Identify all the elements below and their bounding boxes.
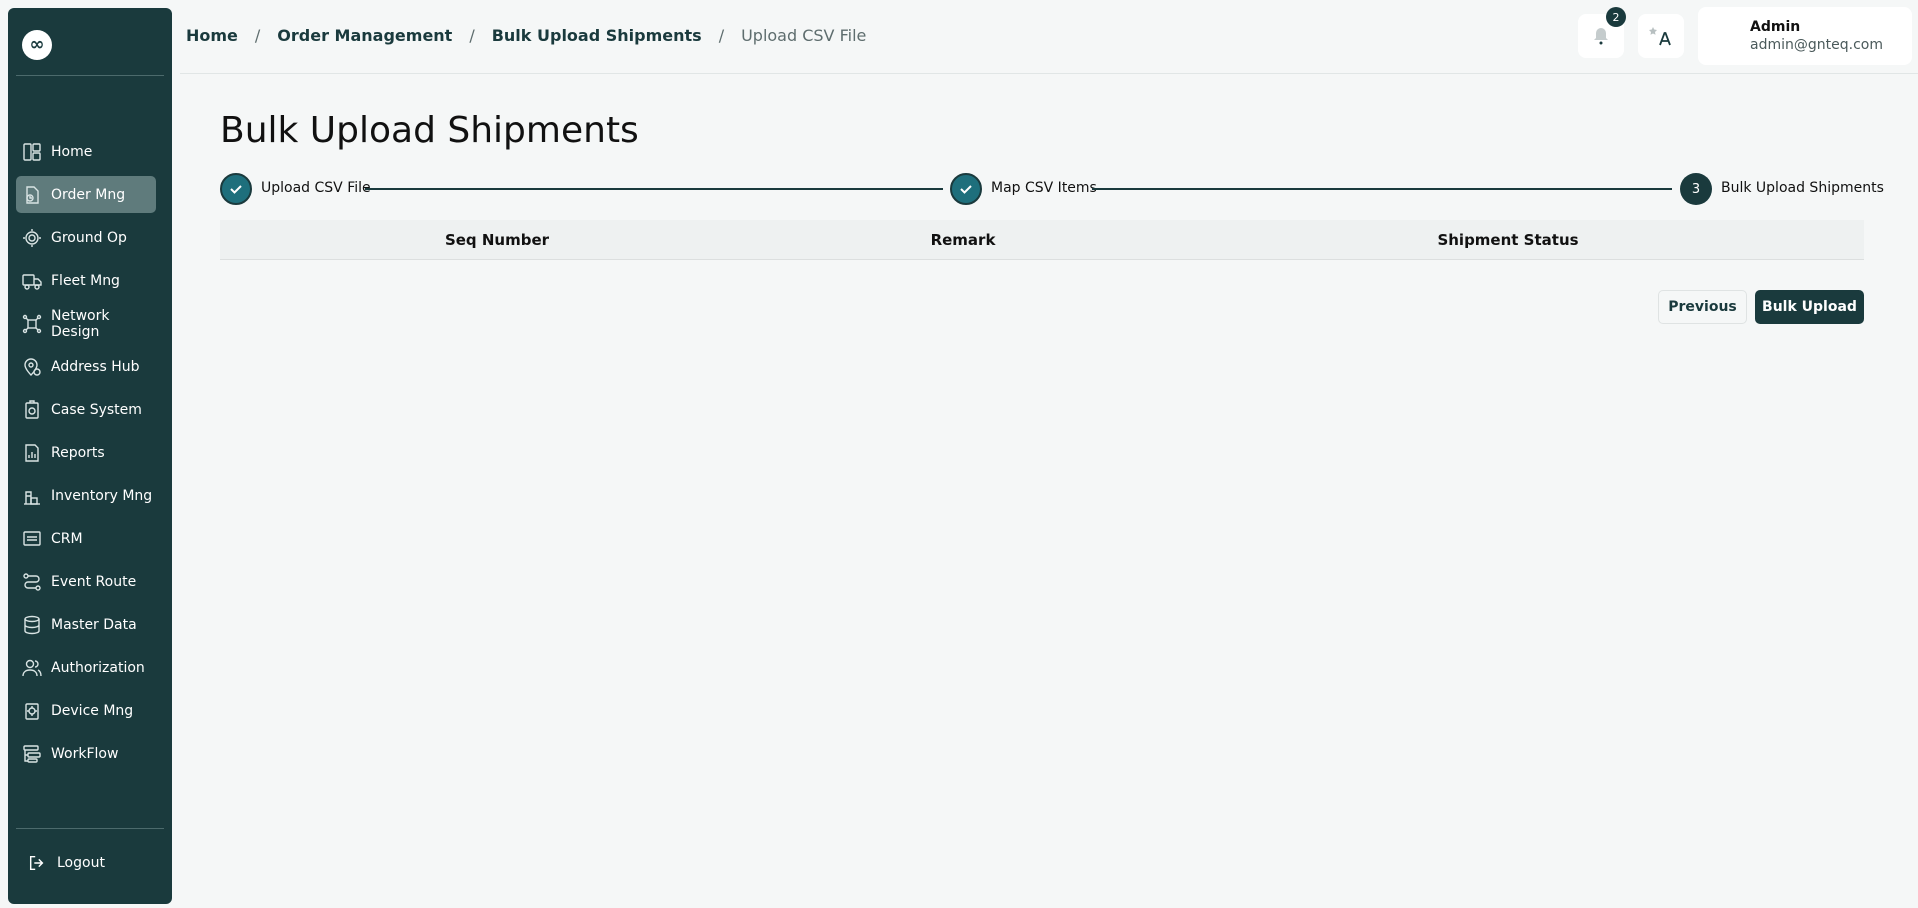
sidebar-item-label: Network Design	[51, 307, 110, 340]
sidebar-item-label: Event Route	[51, 573, 137, 590]
crm-icon	[22, 529, 42, 549]
home-icon	[22, 142, 42, 162]
breadcrumb-separator: /	[718, 26, 725, 45]
step-3-indicator: 3	[1680, 173, 1712, 205]
inventory-icon	[22, 486, 42, 506]
sidebar-item-label: Address Hub	[51, 358, 140, 375]
route-icon	[22, 572, 42, 592]
logout-label: Logout	[57, 855, 105, 871]
database-icon	[22, 615, 42, 635]
sidebar-item-crm[interactable]: CRM	[16, 520, 156, 557]
step-2-label: Map CSV Items	[991, 180, 1097, 196]
sidebar-item-address-hub[interactable]: Address Hub	[16, 348, 156, 385]
sidebar-item-master-data[interactable]: Master Data	[16, 606, 156, 643]
sidebar-item-label: Fleet Mng	[51, 272, 120, 289]
sidebar-item-inventory-mng[interactable]: Inventory Mng	[16, 477, 156, 514]
sidebar-item-workflow[interactable]: WorkFlow	[16, 735, 156, 772]
notification-badge: 2	[1606, 7, 1626, 27]
sidebar-item-label: Case System	[51, 401, 142, 418]
check-icon	[960, 185, 972, 194]
case-icon	[22, 399, 42, 420]
user-name: Admin	[1750, 19, 1801, 35]
step-3-label: Bulk Upload Shipments	[1721, 180, 1884, 196]
sidebar-item-event-route[interactable]: Event Route	[16, 563, 156, 600]
column-header-shipment-status[interactable]: Shipment Status	[1437, 231, 1578, 249]
device-icon	[22, 701, 42, 721]
language-button[interactable]	[1638, 14, 1684, 58]
page-title: Bulk Upload Shipments	[220, 110, 639, 151]
breadcrumb-home[interactable]: Home	[186, 26, 238, 45]
breadcrumb-bulk-upload-shipments[interactable]: Bulk Upload Shipments	[492, 26, 702, 45]
previous-button[interactable]: Previous	[1658, 290, 1747, 324]
column-header-remark[interactable]: Remark	[931, 231, 996, 249]
map-pin-icon	[22, 357, 42, 377]
sidebar-item-home[interactable]: Home	[16, 133, 156, 170]
sidebar-item-device-mng[interactable]: Device Mng	[16, 692, 156, 729]
step-2-indicator	[950, 173, 982, 205]
sidebar-item-label: Ground Op	[51, 229, 127, 246]
sidebar-item-order-mng[interactable]: Order Mng	[16, 176, 156, 213]
sidebar-divider	[16, 75, 164, 76]
sidebar-nav: Home Order Mng Ground Op Fleet Mng Netwo…	[16, 133, 156, 778]
breadcrumb-separator: /	[469, 26, 475, 45]
bulk-upload-button[interactable]: Bulk Upload	[1755, 290, 1864, 324]
sidebar-item-authorization[interactable]: Authorization	[16, 649, 156, 686]
truck-icon	[22, 271, 42, 291]
step-1-indicator	[220, 173, 252, 205]
sidebar-item-ground-op[interactable]: Ground Op	[16, 219, 156, 256]
logout-button[interactable]: Logout	[28, 854, 105, 872]
sidebar-item-label: Order Mng	[51, 186, 126, 203]
workflow-icon	[22, 744, 42, 764]
sidebar-item-label: WorkFlow	[51, 745, 119, 762]
network-icon	[22, 314, 42, 334]
breadcrumb-separator: /	[254, 26, 261, 45]
report-icon	[22, 443, 42, 463]
step-connector	[365, 188, 943, 190]
step-connector	[1092, 188, 1672, 190]
sidebar-item-network-design[interactable]: Network Design	[16, 305, 156, 342]
users-icon	[22, 658, 42, 678]
breadcrumb-order-management[interactable]: Order Management	[277, 26, 452, 45]
ground-op-icon	[22, 228, 42, 248]
sidebar-item-label: Master Data	[51, 616, 137, 633]
logo[interactable]: ∞	[22, 30, 52, 60]
sidebar-item-label: CRM	[51, 530, 83, 547]
sidebar-item-case-system[interactable]: Case System	[16, 391, 156, 428]
sidebar-item-label: Reports	[51, 444, 105, 461]
sidebar: ∞ Home Order Mng Ground Op Fleet Mng Net…	[8, 8, 172, 904]
order-icon	[22, 185, 42, 205]
header: Home / Order Management / Bulk Upload Sh…	[180, 0, 1918, 74]
user-email: admin@gnteq.com	[1750, 37, 1883, 53]
logout-icon	[29, 855, 44, 871]
sidebar-item-label: Inventory Mng	[51, 487, 153, 504]
sidebar-item-label: Authorization	[51, 659, 145, 676]
table-header: Seq Number Remark Shipment Status	[220, 220, 1864, 260]
sidebar-item-fleet-mng[interactable]: Fleet Mng	[16, 262, 156, 299]
check-icon	[230, 185, 242, 194]
user-profile[interactable]: Admin admin@gnteq.com	[1698, 7, 1912, 65]
notification-button[interactable]: 2	[1578, 7, 1626, 58]
sidebar-item-reports[interactable]: Reports	[16, 434, 156, 471]
breadcrumb-current: Upload CSV File	[741, 26, 867, 45]
sidebar-divider	[16, 828, 164, 829]
sidebar-item-label: Home	[51, 143, 93, 160]
translate-icon	[1649, 27, 1671, 46]
sidebar-item-label: Device Mng	[51, 702, 134, 719]
step-1-label: Upload CSV File	[261, 180, 371, 196]
breadcrumb: Home / Order Management / Bulk Upload Sh…	[186, 26, 866, 45]
column-header-seq-number[interactable]: Seq Number	[445, 231, 549, 249]
bell-icon	[1594, 28, 1608, 45]
